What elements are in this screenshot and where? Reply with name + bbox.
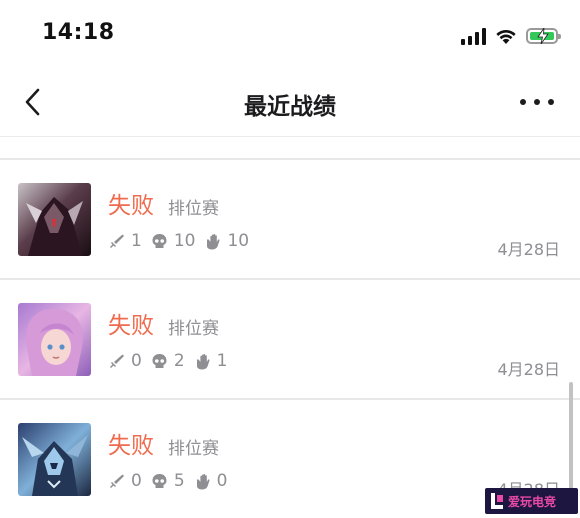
sword-icon: [110, 354, 124, 368]
wifi-icon: [496, 29, 516, 44]
match-list: 失败 排位赛 1 10 10 4月28日 失败 排位赛 0 2 1 4月28日 …: [0, 158, 580, 518]
assists-value: 10: [227, 231, 250, 251]
sword-icon: [110, 474, 124, 488]
more-dots-icon: [520, 99, 526, 105]
hero-avatar-pink-hair: [18, 303, 91, 376]
hand-icon: [207, 233, 221, 249]
match-mode: 排位赛: [168, 319, 219, 339]
deaths-value: 5: [173, 471, 185, 491]
kda-stats: 0 5 0: [108, 470, 236, 492]
hero-avatar: [18, 423, 91, 496]
assists-value: 0: [216, 471, 228, 491]
battery-charging-icon: [526, 28, 561, 44]
sword-icon: [110, 234, 124, 248]
page-title: 最近战绩: [244, 94, 336, 120]
more-dot: [534, 99, 540, 105]
match-date: 4月28日: [497, 240, 560, 259]
hero-avatar-blue-mech: [18, 423, 91, 496]
battery-nub: [558, 34, 561, 39]
kda-stats: 0 2 1: [108, 350, 236, 372]
more-dot: [548, 99, 554, 105]
deaths-value: 2: [173, 351, 185, 371]
status-bar: 14:18: [0, 0, 580, 70]
match-row[interactable]: 失败 排位赛 0 2 1 4月28日: [0, 280, 580, 398]
match-row[interactable]: 失败 排位赛 1 10 10 4月28日: [0, 160, 580, 278]
charging-bolt-icon: [537, 28, 549, 44]
hand-icon: [196, 353, 210, 369]
kills-value: 0: [131, 471, 142, 491]
scrollbar[interactable]: [569, 382, 573, 492]
signal-icon: [461, 27, 486, 45]
recent-matches-screen: 14:18 最近战绩 失败 排位赛 1 10 10 4月28日 失败 排位赛 0…: [0, 0, 580, 518]
more-button[interactable]: [520, 90, 554, 114]
hero-avatar: [18, 183, 91, 256]
watermark-text: 爱玩电竞: [508, 494, 557, 509]
status-time: 14:18: [42, 20, 115, 45]
nav-bar: 最近战绩: [0, 70, 580, 137]
match-result: 失败: [108, 313, 154, 339]
assists-value: 1: [216, 351, 228, 371]
kda-stats: 1 10 10: [108, 230, 258, 252]
skull-icon: [152, 233, 167, 248]
match-date: 4月28日: [497, 360, 560, 379]
watermark: 爱玩电竞: [485, 488, 578, 514]
deaths-value: 10: [173, 231, 196, 251]
hero-avatar: [18, 303, 91, 376]
skull-icon: [152, 473, 167, 488]
hand-icon: [196, 473, 210, 489]
match-mode: 排位赛: [168, 199, 219, 219]
match-result: 失败: [108, 193, 154, 219]
status-icons: [461, 24, 561, 48]
kills-value: 1: [131, 231, 142, 251]
hero-avatar-dark-armor: [18, 183, 91, 256]
watermark-logo-icon: [491, 493, 503, 509]
skull-icon: [152, 353, 167, 368]
kills-value: 0: [131, 351, 142, 371]
match-mode: 排位赛: [168, 439, 219, 459]
match-result: 失败: [108, 433, 154, 459]
